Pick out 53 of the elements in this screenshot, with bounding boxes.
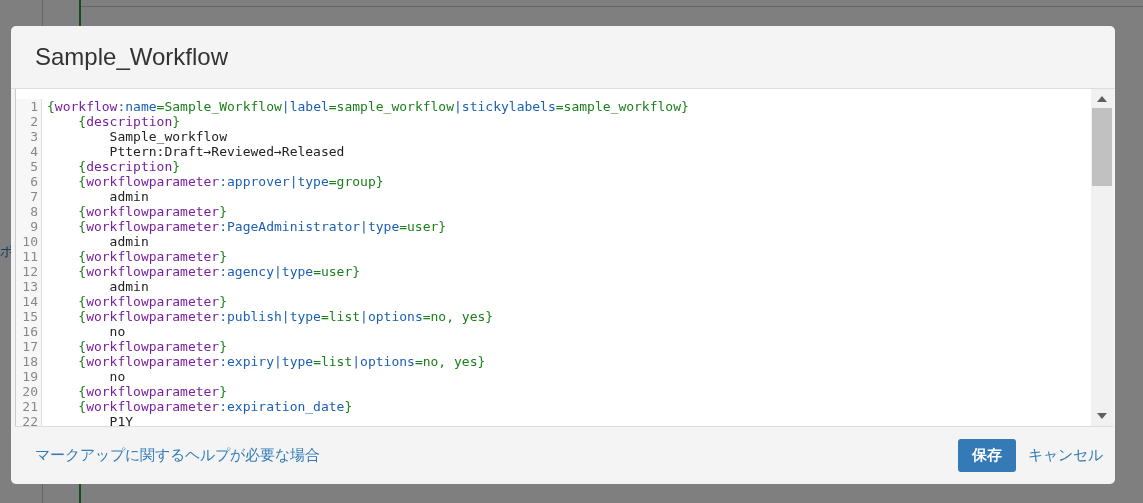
line-number: 7 [16,189,42,204]
line-number: 15 [16,309,42,324]
code-line: {description} [77,159,181,174]
line-number: 18 [16,354,42,369]
code-line: {description} [77,114,181,129]
code-line: Sample_workflow [108,129,227,144]
line-number: 13 [16,279,42,294]
scrollbar-thumb[interactable] [1092,108,1112,186]
line-number: 10 [16,234,42,249]
code-line: {workflowparameter} [77,339,228,354]
code-line: P1Y [108,414,134,426]
line-number: 5 [16,159,42,174]
code-line: {workflowparameter:publish|type=list|options=no, yes} [77,309,494,324]
code-line: admin [108,189,149,204]
code-line: {workflow:name=Sample_Workflow|label=sample_workflow|stickylabels=sample_workflow} [47,99,689,114]
line-number: 12 [16,264,42,279]
code-line: {workflowparameter} [77,249,228,264]
code-line: admin [108,234,149,249]
code-line: {workflowparameter:agency|type=user} [77,264,361,279]
code-line: {workflowparameter:expiration_date} [77,399,353,414]
line-number: 8 [16,204,42,219]
code-line: {workflowparameter} [77,204,228,219]
cancel-link[interactable]: キャンセル [1028,446,1103,465]
scroll-down-icon[interactable] [1097,413,1107,419]
line-number: 14 [16,294,42,309]
code-line: {workflowparameter:approver|type=group} [77,174,384,189]
line-number: 9 [16,219,42,234]
code-editor[interactable] [15,89,1113,427]
code-line: {workflowparameter:PageAdministrator|type=user} [77,219,447,234]
save-button[interactable]: 保存 [958,439,1016,472]
code-line: no [108,369,126,384]
line-number: 20 [16,384,42,399]
line-number: 2 [16,114,42,129]
line-number: 6 [16,174,42,189]
code-line: Pttern:Draft→Reviewed→Released [108,144,345,159]
code-line: admin [108,279,149,294]
line-number: 1 [16,99,42,114]
code-line: {workflowparameter} [77,384,228,399]
code-line: no [108,324,126,339]
line-number: 21 [16,399,42,414]
line-number: 19 [16,369,42,384]
code-line: {workflowparameter:expiry|type=list|options=no, yes} [77,354,486,369]
line-number: 11 [16,249,42,264]
line-number: 3 [16,129,42,144]
code-line: {workflowparameter} [77,294,228,309]
line-number: 16 [16,324,42,339]
line-number: 4 [16,144,42,159]
help-link[interactable]: マークアップに関するヘルプが必要な場合 [35,446,320,465]
line-number: 22 [16,414,42,426]
scrollbar[interactable] [1091,89,1113,426]
scroll-up-icon[interactable] [1097,96,1107,102]
line-number: 17 [16,339,42,354]
dialog-title: Sample_Workflow [35,43,228,71]
